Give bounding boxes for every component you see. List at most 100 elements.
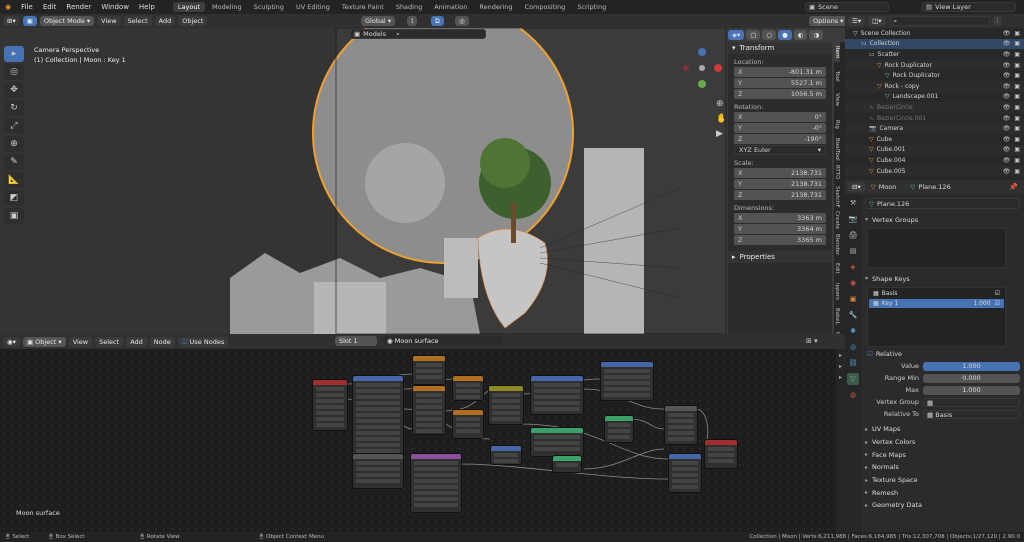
render-props-icon[interactable]: 📷 xyxy=(847,213,859,225)
shader-node[interactable] xyxy=(452,409,484,439)
move-tool-icon[interactable]: ✥ xyxy=(4,82,24,98)
vertex-groups-panel-header[interactable]: ▾ Vertex Groups xyxy=(861,213,1024,226)
camera-visibility-icon[interactable]: ▣ xyxy=(1014,146,1020,153)
sidebar-tab-edit[interactable]: Edit xyxy=(834,258,840,278)
pin-icon[interactable]: 📌 xyxy=(1009,183,1018,191)
workspace-tab-layout[interactable]: Layout xyxy=(172,2,205,12)
tool-tab-icon[interactable]: ▸ xyxy=(839,363,842,370)
eye-icon[interactable]: 👁 xyxy=(1003,51,1011,58)
eye-icon[interactable]: 👁 xyxy=(1003,93,1011,100)
pivot-icon[interactable]: ⟟ xyxy=(407,16,418,26)
outliner-row[interactable]: ▽ Cube.001 👁 ▣ xyxy=(845,144,1024,156)
3d-viewport[interactable]: Camera Perspective (1) Collection | Moon… xyxy=(0,28,845,334)
navigation-gizmo[interactable]: ⊕ ✋ ▶ xyxy=(680,46,724,156)
measure-tool-icon[interactable]: 📐 xyxy=(4,172,24,188)
sidebar-tab-rig[interactable]: Rig xyxy=(834,114,840,134)
vertex-groups-list[interactable] xyxy=(867,228,1006,268)
eye-icon[interactable]: 👁 xyxy=(1003,30,1011,37)
modifier-props-icon[interactable]: 🔧 xyxy=(847,309,859,321)
material-props-icon[interactable]: ◍ xyxy=(847,389,859,401)
sidebar-tab-tool[interactable]: Tool xyxy=(834,66,840,86)
models-filter[interactable]: ▣ Models ⌕ xyxy=(350,29,486,39)
sidebar-tab-ippers[interactable]: ippers xyxy=(834,282,840,302)
eye-icon[interactable]: 👁 xyxy=(1003,115,1011,122)
viewport-menu-add[interactable]: Add xyxy=(154,16,176,26)
object-mode-dropdown[interactable]: Object Mode ▾ xyxy=(39,16,95,26)
annotate-tool-icon[interactable]: ✎ xyxy=(4,154,24,170)
node-editor-options-icon[interactable]: ⊞ ▾ xyxy=(806,337,818,345)
shader-node[interactable] xyxy=(352,453,404,489)
dimensions-z-field[interactable]: Z 3365 m xyxy=(734,235,826,245)
outliner-row[interactable]: ▽ Cube.005 👁 ▣ xyxy=(845,165,1024,177)
menu-help[interactable]: Help xyxy=(134,3,160,11)
select-box-icon[interactable]: ▣ xyxy=(22,16,37,26)
sidebar-tab-create[interactable]: Create xyxy=(834,210,840,230)
outliner-row[interactable]: ▭ Collection 👁 ▣ xyxy=(845,38,1024,50)
camera-visibility-icon[interactable]: ▣ xyxy=(1014,51,1020,58)
location-z-field[interactable]: Z 1056.5 m xyxy=(734,89,826,99)
sidebar-tab-blender[interactable]: Blender xyxy=(834,234,840,255)
workspace-tab-texture-paint[interactable]: Texture Paint xyxy=(337,2,389,12)
viewport-menu-select[interactable]: Select xyxy=(123,16,152,26)
outliner-editor-type-icon[interactable]: ☰▾ xyxy=(848,16,866,26)
node-tab-icon[interactable]: ▸ xyxy=(839,352,842,359)
checkbox-checked-icon[interactable]: ☑ xyxy=(995,290,1000,297)
eye-icon[interactable]: 👁 xyxy=(1003,62,1011,69)
camera-visibility-icon[interactable]: ▣ xyxy=(1014,125,1020,132)
workspace-tab-modeling[interactable]: Modeling xyxy=(207,2,247,12)
select-tool-icon[interactable]: ▸ xyxy=(4,46,24,62)
menu-window[interactable]: Window xyxy=(96,3,134,11)
panel-remesh[interactable]: ▸ Remesh xyxy=(861,486,1024,499)
rotation-x-field[interactable]: X 0° xyxy=(734,112,826,122)
display-mode-icon[interactable]: ◫▾ xyxy=(868,16,886,26)
shape-key-item[interactable]: ▦ Basis ☑ xyxy=(869,289,1004,298)
outliner-row[interactable]: ▽ Landscape.001 👁 ▣ xyxy=(845,92,1024,103)
panel-vertex-colors[interactable]: ▸ Vertex Colors xyxy=(861,436,1024,449)
transform-panel-header[interactable]: ▾ Transform xyxy=(728,42,832,54)
shader-node[interactable] xyxy=(704,439,738,469)
menu-edit[interactable]: Edit xyxy=(38,3,62,11)
rotate-tool-icon[interactable]: ↻ xyxy=(4,100,24,116)
cursor-tool-icon[interactable]: ◎ xyxy=(4,64,24,80)
rotation-z-field[interactable]: Z -190° xyxy=(734,134,826,144)
transform-tool-icon[interactable]: ⊕ xyxy=(4,136,24,152)
outliner-row[interactable]: ▽ Cube.004 👁 ▣ xyxy=(845,155,1024,166)
node-editor-type-icon[interactable]: ◉▾ xyxy=(3,336,20,347)
outliner-row[interactable]: ▽ Rock Duplicator 👁 ▣ xyxy=(845,59,1024,71)
camera-visibility-icon[interactable]: ▣ xyxy=(1014,40,1020,47)
eye-icon[interactable]: 👁 xyxy=(1003,146,1011,153)
tool-props-icon[interactable]: ⚒ xyxy=(847,197,859,209)
max-field[interactable]: 1.000 xyxy=(923,385,1020,395)
shader-node[interactable] xyxy=(410,453,462,513)
relative-to-field[interactable]: ▦ Basis xyxy=(923,409,1020,419)
outliner-row[interactable]: 📷 Camera 👁 ▣ xyxy=(845,123,1024,134)
wireframe-icon[interactable]: ○ xyxy=(762,30,777,40)
camera-visibility-icon[interactable]: ▣ xyxy=(1014,83,1020,90)
workspace-tab-animation[interactable]: Animation xyxy=(429,2,472,12)
add-cube-tool-icon[interactable]: ◩ xyxy=(4,190,24,206)
mesh-data-props-icon[interactable]: ▽ xyxy=(847,373,859,385)
panel-uv-maps[interactable]: ▸ UV Maps xyxy=(861,423,1024,436)
sidebar-tab-rtto[interactable]: RTTO xyxy=(834,162,840,182)
camera-visibility-icon[interactable]: ▣ xyxy=(1014,62,1020,69)
sidebar-tab-item[interactable]: Item xyxy=(834,42,840,62)
scene-props-icon[interactable]: ◈ xyxy=(847,261,859,273)
vertex-group-field[interactable]: ▦ xyxy=(923,397,1020,407)
sidebar-tab-view[interactable]: View xyxy=(834,90,840,110)
location-x-field[interactable]: X -801.31 m xyxy=(734,67,826,77)
view-tab-icon[interactable]: ▸ xyxy=(839,374,842,381)
shader-node[interactable] xyxy=(312,379,348,431)
outliner-search-input[interactable]: ⌕ xyxy=(889,16,990,26)
shader-type-dropdown[interactable]: ▣ Object ▾ xyxy=(22,336,66,347)
panel-normals[interactable]: ▸ Normals xyxy=(861,461,1024,474)
shader-node[interactable] xyxy=(490,445,522,465)
outliner-row[interactable]: ▽ Scene Collection 👁 ▣ xyxy=(845,28,1024,39)
viewport-menu-view[interactable]: View xyxy=(97,16,121,26)
node-menu-node[interactable]: Node xyxy=(149,336,175,347)
scale-tool-icon[interactable]: ⤢ xyxy=(4,118,24,134)
shader-node[interactable] xyxy=(600,361,654,401)
world-props-icon[interactable]: ◉ xyxy=(847,277,859,289)
shader-node[interactable] xyxy=(664,405,698,445)
solid-shading-icon[interactable]: ● xyxy=(778,30,792,40)
slot-dropdown[interactable]: Slot 1 xyxy=(335,336,377,346)
